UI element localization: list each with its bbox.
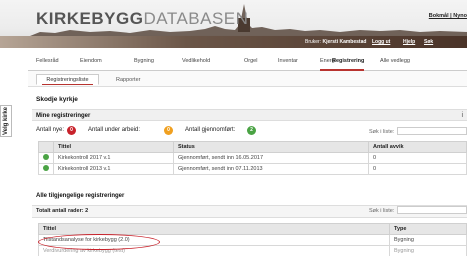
row-deviations: 0: [368, 163, 467, 175]
all-registrations-title: Alle tilgjengelige registreringer: [36, 193, 125, 199]
row-title[interactable]: Kirkekontroll 2017 v.1: [53, 152, 174, 164]
column-status[interactable]: Status: [173, 141, 369, 153]
my-registrations-search-input[interactable]: [397, 127, 467, 135]
nav-tab-alle-vedlegg[interactable]: Alle vedlegg: [380, 58, 410, 64]
table-header-row: Tittel Status Antall avvik: [38, 141, 467, 153]
row-type: Bygning: [389, 234, 467, 246]
count-done-badge: 2: [247, 126, 256, 135]
highlight-annotation: [38, 234, 160, 250]
count-new-badge: 0: [67, 126, 76, 135]
nav-tab-eiendom[interactable]: Eiendom: [80, 58, 102, 64]
my-registrations-header: Mine registreringer i: [32, 109, 467, 121]
row-status: Gjennomført, sendt inn 16.05.2017: [173, 152, 369, 164]
table-header-row: Tittel Type: [38, 223, 467, 235]
registration-counts: Antall nye: 0 Antall under arbeid: 0 Ant…: [36, 126, 276, 136]
nav-tab-fellesrad[interactable]: Fellesråd: [36, 58, 59, 64]
logout-link[interactable]: Logg ut: [372, 39, 390, 45]
row-type: Bygning: [389, 245, 467, 256]
info-icon[interactable]: i: [461, 112, 463, 119]
subtab-registreringsliste[interactable]: Registreringsliste: [36, 74, 99, 85]
header-banner: KIRKEBYGGDATABASEN Bokmål | Nyno Bruker:…: [0, 0, 467, 48]
all-registrations-search-input[interactable]: [397, 206, 467, 214]
search-label: Søk i liste:: [369, 129, 395, 135]
row-status: Gjennomført, sendt inn 07.11.2013: [173, 163, 369, 175]
column-title[interactable]: Tittel: [38, 223, 390, 235]
count-done-label: Antall gjennomført:: [185, 127, 236, 133]
language-switch[interactable]: Bokmål | Nyno: [429, 13, 467, 19]
row-deviations: 0: [368, 152, 467, 164]
nav-tab-orgel[interactable]: Orgel: [244, 58, 257, 64]
header-user-bar: [0, 36, 467, 48]
column-deviations[interactable]: Antall avvik: [368, 141, 467, 153]
status-dot-icon: [43, 154, 49, 160]
table-row[interactable]: Kirkekontroll 2013 v.1 Gjennomført, send…: [38, 163, 467, 175]
subtab-rapporter[interactable]: Rapporter: [116, 77, 140, 83]
status-dot-icon: [43, 165, 49, 171]
column-type[interactable]: Type: [389, 223, 467, 235]
row-title[interactable]: Kirkekontroll 2013 v.1: [53, 163, 174, 175]
column-title[interactable]: Tittel: [53, 141, 174, 153]
nav-tab-registrering[interactable]: Registrering: [332, 58, 364, 64]
count-new-label: Antall nye:: [36, 127, 65, 133]
help-link[interactable]: Hjelp: [403, 39, 415, 45]
my-registrations-table: Tittel Status Antall avvik Kirkekontroll…: [38, 141, 467, 175]
main-nav: Fellesråd Eiendom Bygning Vedlikehold Or…: [36, 58, 467, 68]
nav-tab-bygning[interactable]: Bygning: [134, 58, 154, 64]
select-church-tab[interactable]: Velg kirke: [0, 105, 12, 137]
table-row[interactable]: Kirkekontroll 2017 v.1 Gjennomført, send…: [38, 152, 467, 164]
nav-tab-vedlikehold[interactable]: Vedlikehold: [182, 58, 210, 64]
sub-nav: Registreringsliste Rapporter: [28, 71, 467, 87]
total-rows: Totalt antall rader: 2: [36, 208, 89, 214]
count-in-progress-badge: 0: [164, 126, 173, 135]
church-title: Skodje kyrkje: [36, 96, 78, 103]
search-link[interactable]: Søk: [424, 39, 433, 45]
app-logo[interactable]: KIRKEBYGGDATABASEN: [36, 9, 248, 29]
user-info: Bruker: Kjersti Kambestad: [305, 39, 367, 45]
nav-tab-inventar[interactable]: Inventar: [278, 58, 298, 64]
count-in-progress-label: Antall under arbeid:: [88, 127, 141, 133]
search-label: Søk i liste:: [369, 208, 395, 214]
